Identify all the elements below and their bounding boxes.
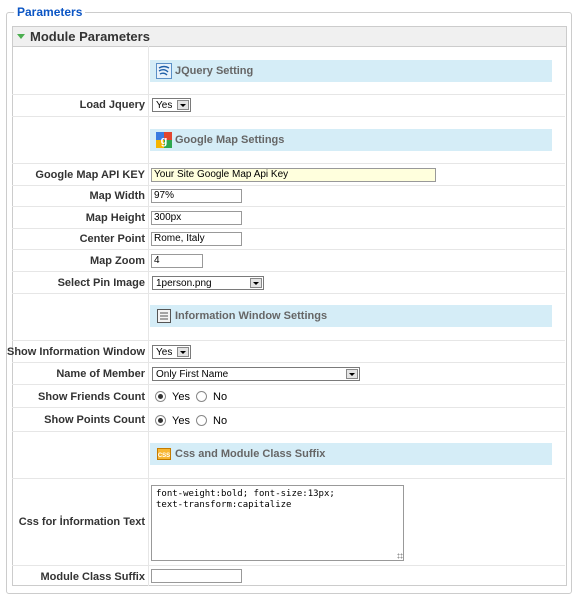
class-suffix-input[interactable]: [151, 569, 242, 583]
select-value: Only First Name: [156, 369, 229, 380]
row-divider: [12, 185, 565, 186]
svg-text:CSS: CSS: [158, 453, 170, 459]
map-zoom-input[interactable]: 4: [151, 254, 203, 268]
google-map-section-header: g Google Map Settings: [150, 129, 552, 151]
member-name-label: Name of Member: [56, 368, 145, 380]
map-zoom-label: Map Zoom: [90, 255, 145, 267]
api-key-label: Google Map API KEY: [35, 169, 145, 181]
row-divider: [12, 340, 565, 341]
row-divider: [12, 163, 565, 164]
column-divider: [148, 46, 149, 586]
map-width-input[interactable]: 97%: [151, 189, 242, 203]
panel-toggle[interactable]: Module Parameters: [13, 27, 566, 47]
section-title: JQuery Setting: [175, 65, 254, 77]
radio-label-yes[interactable]: Yes: [172, 415, 190, 427]
row-divider: [12, 94, 565, 95]
select-value: Yes: [156, 100, 173, 111]
section-title: Css and Module Class Suffix: [175, 448, 326, 460]
class-suffix-label: Module Class Suffix: [40, 571, 145, 583]
row-divider: [12, 407, 565, 408]
row-divider: [12, 293, 565, 294]
row-divider: [12, 206, 565, 207]
map-height-input[interactable]: 300px: [151, 211, 242, 225]
css-info-text-label: Css for İnformation Text: [18, 516, 145, 528]
chevron-down-icon[interactable]: [346, 369, 358, 379]
center-point-input[interactable]: Rome, Italy: [151, 232, 242, 246]
jquery-icon: [156, 63, 172, 79]
show-info-window-label: Show Information Window: [7, 346, 145, 358]
chevron-down-icon[interactable]: [177, 100, 189, 110]
friends-count-no-radio[interactable]: [196, 391, 207, 402]
jquery-section-header: JQuery Setting: [150, 60, 552, 82]
select-value: 1person.png: [156, 278, 212, 289]
collapse-arrow-icon[interactable]: [17, 34, 25, 39]
row-divider: [12, 249, 565, 250]
row-divider: [12, 478, 565, 479]
points-count-no-radio[interactable]: [196, 415, 207, 426]
row-divider: [12, 384, 565, 385]
friends-count-yes-radio[interactable]: [155, 391, 166, 402]
resize-grip-icon[interactable]: [397, 553, 403, 559]
friends-count-label: Show Friends Count: [38, 391, 145, 403]
css-info-textarea[interactable]: font-weight:bold; font-size:13px; text-t…: [151, 485, 404, 561]
window-icon: [157, 309, 171, 323]
center-point-label: Center Point: [79, 233, 145, 245]
load-jquery-select[interactable]: Yes: [152, 98, 191, 112]
row-divider: [12, 116, 565, 117]
map-width-label: Map Width: [89, 190, 146, 202]
row-divider: [12, 431, 565, 432]
points-count-label: Show Points Count: [44, 414, 145, 426]
row-divider: [12, 565, 565, 566]
radio-label-no[interactable]: No: [213, 415, 227, 427]
row-divider: [12, 271, 565, 272]
section-title: Google Map Settings: [175, 134, 285, 146]
panel-title: Module Parameters: [30, 29, 150, 44]
radio-label-no[interactable]: No: [213, 391, 227, 403]
svg-text:g: g: [161, 135, 168, 147]
member-name-select[interactable]: Only First Name: [152, 367, 360, 381]
pin-image-label: Select Pin Image: [57, 277, 145, 289]
css-section-header: CSS Css and Module Class Suffix: [150, 443, 552, 465]
row-divider: [12, 362, 565, 363]
chevron-down-icon[interactable]: [250, 278, 262, 288]
google-icon: g: [156, 132, 172, 148]
points-count-yes-radio[interactable]: [155, 415, 166, 426]
select-value: Yes: [156, 347, 173, 358]
chevron-down-icon[interactable]: [177, 347, 189, 357]
pin-image-select[interactable]: 1person.png: [152, 276, 264, 290]
show-info-window-select[interactable]: Yes: [152, 345, 191, 359]
map-height-label: Map Height: [85, 212, 145, 224]
section-title: Information Window Settings: [175, 310, 328, 322]
radio-label-yes[interactable]: Yes: [172, 391, 190, 403]
info-window-section-header: Information Window Settings: [150, 305, 552, 327]
api-key-input[interactable]: Your Site Google Map Api Key: [151, 168, 436, 182]
row-divider: [12, 228, 565, 229]
fieldset-legend: Parameters: [14, 6, 86, 18]
css-icon: CSS: [157, 448, 171, 460]
load-jquery-label: Load Jquery: [79, 99, 145, 111]
